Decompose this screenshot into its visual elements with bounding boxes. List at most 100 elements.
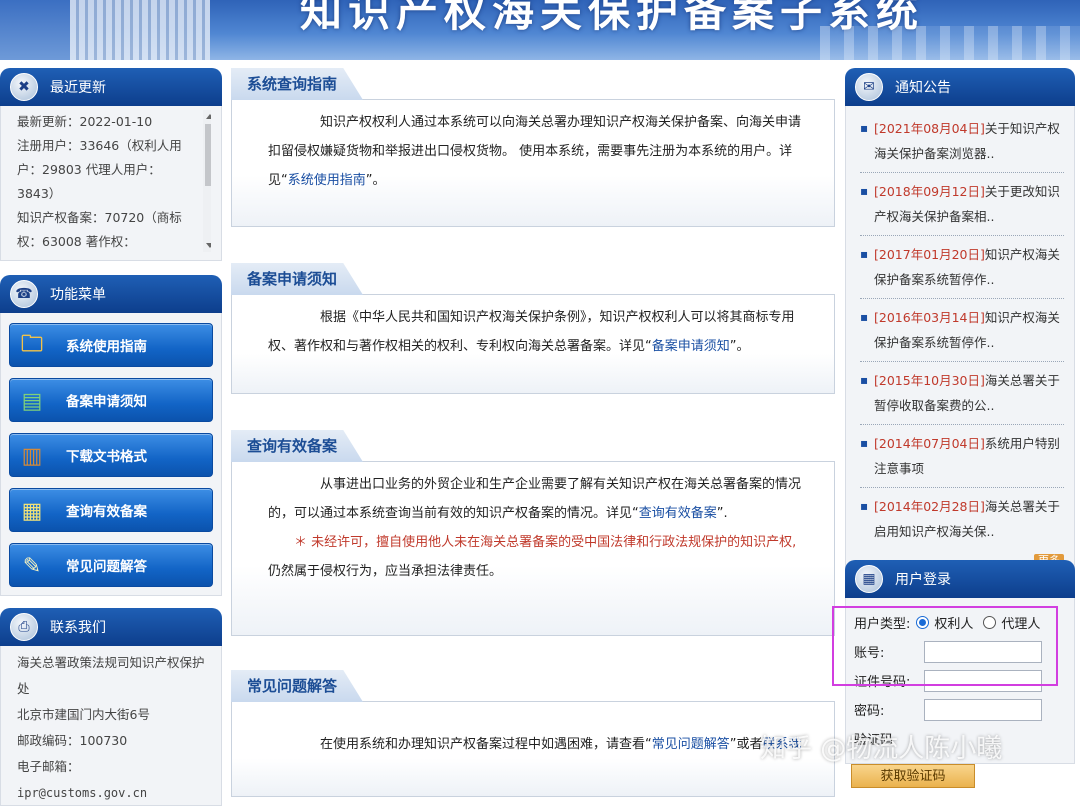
menu-faq-button[interactable]: ✎ 常见问题解答 [9, 543, 213, 587]
captcha-label: 验证码 [854, 733, 894, 748]
menu-download-forms-button[interactable]: ▥ 下载文书格式 [9, 433, 213, 477]
contact-us-link[interactable]: 联系我 [763, 737, 802, 752]
announcement-item[interactable]: ▪ [2015年10月30日]海关总署关于暂停收取备案费的公.. [860, 362, 1064, 425]
section-faq-title: 常见问题解答 [231, 670, 364, 702]
contact-line: 电子邮箱： [17, 759, 80, 774]
printer-icon: ⎙ [10, 613, 38, 641]
section-query-records-body: 从事进出口业务的外贸企业和生产企业需要了解有关知识产权在海关总署备案的情况的，可… [231, 461, 835, 636]
login-form: 用户类型: 权利人 代理人 账号: 证件号码: 密码: 验证码 [845, 598, 1075, 764]
warning-text: ＊ 未经许可，擅自使用他人未在海关总署备案的受中国法律和行政法规保护的知识产权, [294, 535, 797, 550]
section-faq: 常见问题解答 在使用系统和办理知识产权备案过程中如遇困难，请查看“常见问题解答”… [231, 670, 835, 797]
announcement-item[interactable]: ▪ [2018年09月12日]关于更改知识产权海关保护备案相.. [860, 173, 1064, 236]
announcement-item[interactable]: ▪ [2014年02月28日]海关总署关于启用知识产权海关保.. [860, 488, 1064, 550]
menu-label: 查询有效备案 [66, 504, 147, 520]
section-guide: 系统查询指南 知识产权权利人通过本系统可以向海关总署办理知识产权海关保护备案、向… [231, 68, 835, 227]
function-menu-header: ☎ 功能菜单 [0, 275, 222, 313]
function-menu-panel: ☎ 功能菜单 🗀 系统使用指南 ▤ 备案申请须知 ▥ 下载文书格式 ▦ 查询有效… [0, 275, 222, 596]
contact-title: 联系我们 [50, 620, 106, 636]
cert-number-input[interactable] [924, 669, 1042, 692]
login-header: ▦ 用户登录 [845, 560, 1075, 598]
recent-updates-scrollbox[interactable]: 最新更新：2022-01-10 注册用户：33646（权利人用户：29803 代… [17, 110, 211, 252]
section-filing-notice: 备案申请须知 根据《中华人民共和国知识产权海关保护条例》，知识产权权利人可以将其… [231, 263, 835, 394]
folder-icon: 🗀 [20, 332, 43, 357]
announcement-date: [2021年08月04日] [874, 121, 985, 136]
menu-label: 下载文书格式 [66, 449, 147, 465]
section-text: 在使用系统和办理知识产权备案过程中如遇困难，请查看“ [320, 737, 652, 752]
announcement-date: [2016年03月14日] [874, 310, 985, 325]
map-icon: ▤ [21, 388, 43, 414]
get-captcha-button[interactable]: 获取验证码 [851, 764, 975, 788]
agent-radio-label[interactable]: 代理人 [1001, 613, 1040, 632]
filing-notice-link[interactable]: 备案申请须知 [652, 339, 730, 354]
contact-line: 邮政编码：100730 [17, 733, 128, 748]
section-text-tail: ”。 [365, 173, 386, 188]
contact-line: 海关总署政策法规司知识产权保护处 [17, 655, 205, 696]
announcement-item[interactable]: ▪ [2014年07月04日]系统用户特别注意事项 [860, 425, 1064, 488]
announcement-item[interactable]: ▪ [2016年03月14日]知识产权海关保护备案系统暂停作.. [860, 299, 1064, 362]
account-input[interactable] [924, 640, 1042, 663]
announcement-date: [2017年01月20日] [874, 247, 985, 262]
owner-radio-label[interactable]: 权利人 [934, 613, 973, 632]
menu-system-guide-button[interactable]: 🗀 系统使用指南 [9, 323, 213, 367]
recent-updates-body: 最新更新：2022-01-10 注册用户：33646（权利人用户：29803 代… [0, 106, 222, 261]
section-guide-body: 知识产权权利人通过本系统可以向海关总署办理知识产权海关保护备案、向海关申请扣留侵… [231, 99, 835, 227]
section-query-records: 查询有效备案 从事进出口业务的外贸企业和生产企业需要了解有关知识产权在海关总署备… [231, 430, 835, 636]
login-title: 用户登录 [895, 572, 951, 588]
recent-updates-header: ✖ 最近更新 [0, 68, 222, 106]
menu-filing-notice-button[interactable]: ▤ 备案申请须知 [9, 378, 213, 422]
bullet-icon: ▪ [860, 121, 869, 135]
recent-updates-title: 最近更新 [50, 80, 106, 96]
phone-icon: ☎ [10, 280, 38, 308]
faq-link[interactable]: 常见问题解答 [652, 737, 730, 752]
tools-icon: ✖ [10, 73, 38, 101]
section-query-records-title: 查询有效备案 [231, 430, 364, 462]
contact-email[interactable]: ipr@customs.gov.cn [17, 780, 211, 805]
agent-radio[interactable] [983, 616, 997, 629]
query-records-link[interactable]: 查询有效备案 [639, 506, 717, 521]
announcements-panel: ✉ 通知公告 ▪ [2021年08月04日]关于知识产权海关保护备案浏览器.. ▪… [845, 68, 1075, 571]
left-column: ✖ 最近更新 最新更新：2022-01-10 注册用户：33646（权利人用户：… [0, 68, 222, 806]
announcement-item[interactable]: ▪ [2021年08月04日]关于知识产权海关保护备案浏览器.. [860, 110, 1064, 173]
contact-line: 北京市建国门内大街6号 [17, 707, 150, 722]
notebook-icon: ▦ [21, 498, 43, 524]
contact-header: ⎙ 联系我们 [0, 608, 222, 646]
login-panel: ▦ 用户登录 用户类型: 权利人 代理人 账号: 证件号码: 密码: 验证码 [845, 560, 1075, 764]
bullet-icon: ▪ [860, 499, 869, 513]
banner-building-image [70, 0, 210, 60]
section-text-tail: ”. [716, 506, 728, 521]
recent-scrollbar[interactable] [203, 110, 211, 252]
owner-radio[interactable] [916, 616, 930, 629]
banner-sky [0, 0, 70, 60]
password-row: 密码: [854, 695, 1066, 724]
announcements-title: 通知公告 [895, 80, 951, 96]
announcement-date: [2018年09月12日] [874, 184, 985, 199]
scroll-up-icon[interactable] [206, 114, 211, 119]
bullet-icon: ▪ [860, 184, 869, 198]
function-menu-title: 功能菜单 [50, 287, 106, 303]
section-filing-notice-title: 备案申请须知 [231, 263, 364, 295]
section-faq-body: 在使用系统和办理知识产权备案过程中如遇困难，请查看“常见问题解答”或者联系我 [231, 701, 835, 797]
menu-query-records-button[interactable]: ▦ 查询有效备案 [9, 488, 213, 532]
scroll-thumb[interactable] [205, 124, 211, 186]
announcement-date: [2015年10月30日] [874, 373, 985, 388]
calculator-icon: ▦ [855, 565, 883, 593]
recent-line: 知识产权备案：70720（商标权：63008 著作权： [17, 210, 182, 249]
warning-tail: 仍然属于侵权行为，应当承担法律责任。 [268, 564, 503, 579]
announcements-list: ▪ [2021年08月04日]关于知识产权海关保护备案浏览器.. ▪ [2018年0… [845, 106, 1075, 571]
function-menu-list: 🗀 系统使用指南 ▤ 备案申请须知 ▥ 下载文书格式 ▦ 查询有效备案 ✎ 常见… [0, 313, 222, 596]
menu-label: 系统使用指南 [66, 339, 147, 355]
password-input[interactable] [924, 698, 1042, 721]
pen-icon: ✎ [22, 553, 42, 579]
system-guide-link[interactable]: 系统使用指南 [288, 173, 366, 188]
account-row: 账号: [854, 637, 1066, 666]
announcement-date: [2014年02月28日] [874, 499, 985, 514]
book-icon: ▥ [21, 443, 43, 469]
bullet-icon: ▪ [860, 247, 869, 261]
user-type-label: 用户类型: [854, 617, 911, 632]
user-type-row: 用户类型: 权利人 代理人 [854, 608, 1066, 637]
section-text-tail: ”或者 [729, 737, 763, 752]
announcement-item[interactable]: ▪ [2017年01月20日]知识产权海关保护备案系统暂停作.. [860, 236, 1064, 299]
scroll-down-icon[interactable] [206, 243, 211, 248]
announcements-header: ✉ 通知公告 [845, 68, 1075, 106]
top-banner: 知识产权海关保护备案子系统 [0, 0, 1080, 60]
